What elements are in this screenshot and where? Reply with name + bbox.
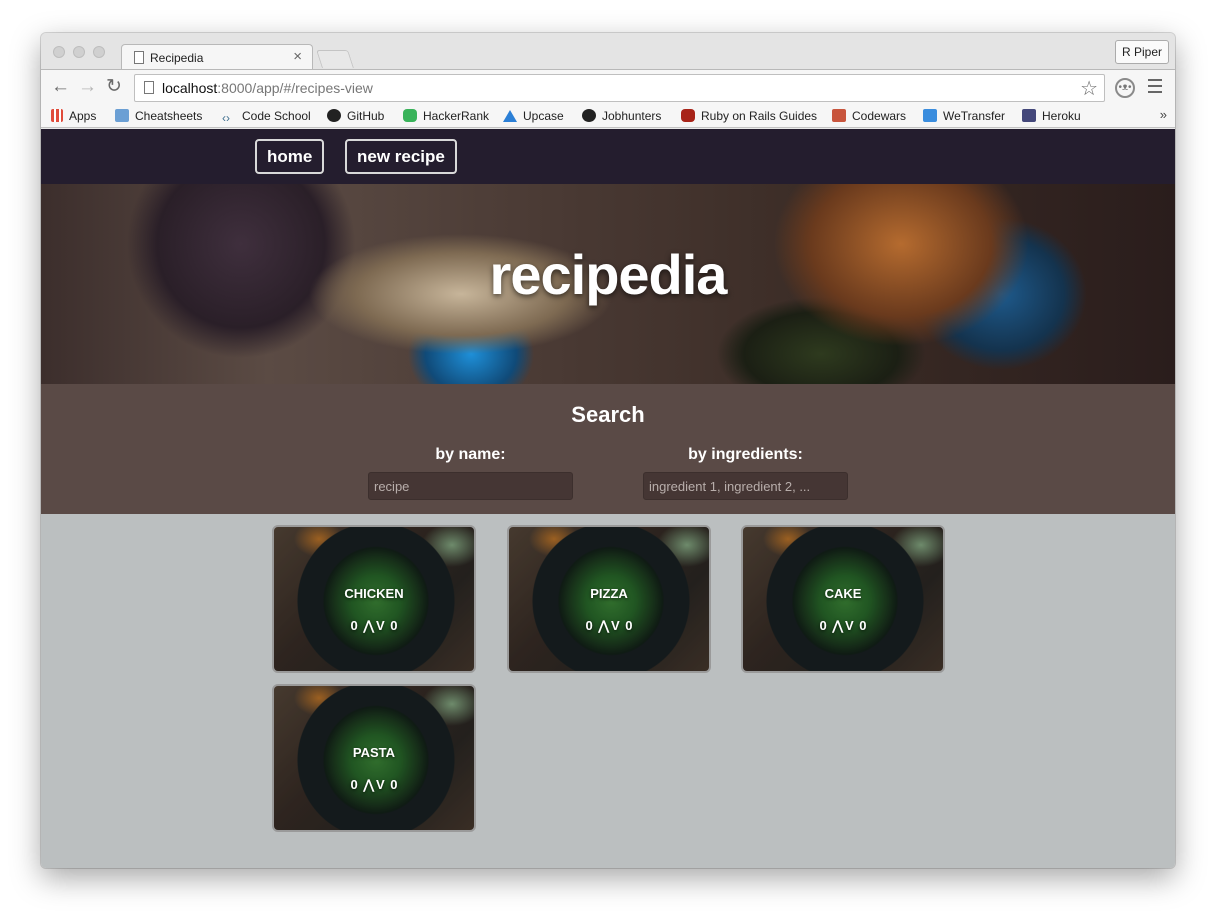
browser-tab[interactable]: Recipedia × xyxy=(121,44,313,70)
menu-icon[interactable] xyxy=(1148,79,1162,97)
downvote-icon[interactable]: V xyxy=(845,618,854,633)
recipe-votes: 0 ⋀ V 0 xyxy=(743,618,943,634)
bookmark-label: GitHub xyxy=(347,109,385,123)
recipe-card[interactable]: PASTA 0 ⋀ V 0 xyxy=(272,684,476,832)
recipe-card[interactable]: CAKE 0 ⋀ V 0 xyxy=(741,525,945,673)
close-icon[interactable]: × xyxy=(293,48,302,65)
bookmark-upcase[interactable]: Upcase xyxy=(503,108,564,125)
zoom-window-button[interactable] xyxy=(93,46,105,58)
heroku-icon xyxy=(1022,109,1036,122)
browser-window: Recipedia × R Piper ← → ↻ localhost:8000… xyxy=(41,33,1175,868)
folder-icon xyxy=(115,109,129,122)
apps-grid-icon xyxy=(51,109,63,122)
page-icon xyxy=(134,51,144,64)
search-by-name-label: by name: xyxy=(435,446,506,463)
github-icon xyxy=(327,109,341,122)
downvote-count: 0 xyxy=(859,618,867,633)
reload-icon[interactable]: ↻ xyxy=(106,76,122,98)
bookmark-label: Apps xyxy=(69,109,97,123)
bookmark-github[interactable]: GitHub xyxy=(327,108,384,125)
more-bookmarks-icon[interactable]: » xyxy=(1160,107,1167,122)
back-arrow-icon[interactable]: ← xyxy=(51,76,70,98)
close-window-button[interactable] xyxy=(53,46,65,58)
site-nav-bar: home new recipe xyxy=(41,129,1175,184)
bookmark-label: Jobhunters xyxy=(602,109,662,123)
tab-title: Recipedia xyxy=(150,51,204,65)
recipe-name: PASTA xyxy=(352,745,396,760)
upcase-icon xyxy=(503,110,517,122)
page-icon xyxy=(144,81,154,94)
bookmark-label: Ruby on Rails Guides xyxy=(701,109,818,123)
recipe-name: CAKE xyxy=(824,586,862,601)
bookmark-apps[interactable]: Apps xyxy=(51,108,96,125)
recipe-name: PIZZA xyxy=(590,586,628,601)
upvote-count: 0 xyxy=(819,618,827,633)
tab-strip: Recipedia × R Piper xyxy=(41,33,1175,70)
url-host: localhost xyxy=(162,80,218,96)
downvote-count: 0 xyxy=(390,777,398,792)
codewars-icon xyxy=(832,109,846,122)
bookmark-label: Upcase xyxy=(523,109,564,123)
wetransfer-icon xyxy=(923,109,937,122)
upvote-icon[interactable]: ⋀ xyxy=(832,618,843,634)
bookmark-label: HackerRank xyxy=(423,109,490,123)
hero-title: recipedia xyxy=(489,243,728,306)
web-page: home new recipe recipedia Search by name… xyxy=(41,129,1175,868)
bookmark-jobhunters[interactable]: Jobhunters xyxy=(582,108,661,125)
recipe-votes: 0 ⋀ V 0 xyxy=(509,618,709,634)
address-bar[interactable]: localhost:8000/app/#/recipes-view ☆ xyxy=(134,74,1105,102)
hero-banner: recipedia xyxy=(41,184,1175,384)
upvote-icon[interactable]: ⋀ xyxy=(598,618,609,634)
new-recipe-button[interactable]: new recipe xyxy=(345,139,457,174)
downvote-count: 0 xyxy=(390,618,398,633)
url-path: :8000/app/#/recipes-view xyxy=(217,80,373,96)
downvote-icon[interactable]: V xyxy=(376,618,385,633)
new-tab-button[interactable] xyxy=(316,50,354,68)
bookmark-codewars[interactable]: Codewars xyxy=(832,108,906,125)
search-by-ingredients-label: by ingredients: xyxy=(688,446,803,463)
profile-button[interactable]: R Piper xyxy=(1114,40,1169,64)
bookmark-code-school[interactable]: ‹› Code School xyxy=(222,108,311,125)
forward-arrow-icon[interactable]: → xyxy=(78,76,97,98)
upvote-count: 0 xyxy=(350,618,358,633)
bookmark-label: Code School xyxy=(242,109,311,123)
search-title: Search xyxy=(571,402,645,427)
bookmark-cheatsheets[interactable]: Cheatsheets xyxy=(115,108,202,125)
recipe-votes: 0 ⋀ V 0 xyxy=(274,777,474,793)
recipe-votes: 0 ⋀ V 0 xyxy=(274,618,474,634)
recipe-name: CHICKEN xyxy=(344,586,404,601)
bookmark-hackerrank[interactable]: HackerRank xyxy=(403,108,489,125)
bookmark-label: Heroku xyxy=(1042,109,1081,123)
bookmark-wetransfer[interactable]: WeTransfer xyxy=(923,108,1005,125)
url-text: localhost:8000/app/#/recipes-view xyxy=(162,80,373,96)
search-by-ingredients-input[interactable] xyxy=(643,472,848,500)
home-button[interactable]: home xyxy=(255,139,325,174)
rails-icon xyxy=(681,109,695,122)
recipe-card[interactable]: CHICKEN 0 ⋀ V 0 xyxy=(272,525,476,673)
minimize-window-button[interactable] xyxy=(73,46,85,58)
upvote-icon[interactable]: ⋀ xyxy=(363,777,374,793)
upvote-icon[interactable]: ⋀ xyxy=(363,618,374,634)
extension-icon[interactable]: •ᴥ• xyxy=(1115,78,1135,98)
github-icon xyxy=(582,109,596,122)
browser-toolbar: ← → ↻ localhost:8000/app/#/recipes-view … xyxy=(41,69,1175,105)
upvote-count: 0 xyxy=(350,777,358,792)
bookmark-star-icon[interactable]: ☆ xyxy=(1080,76,1098,101)
bookmarks-bar: Apps Cheatsheets ‹› Code School GitHub Ha… xyxy=(41,105,1175,128)
hackerrank-icon xyxy=(403,109,417,122)
bookmark-label: Cheatsheets xyxy=(135,109,203,123)
downvote-icon[interactable]: V xyxy=(611,618,620,633)
code-brackets-icon: ‹› xyxy=(222,111,230,125)
bookmark-rails-guides[interactable]: Ruby on Rails Guides xyxy=(681,108,817,125)
downvote-icon[interactable]: V xyxy=(376,777,385,792)
bookmark-label: Codewars xyxy=(852,109,907,123)
upvote-count: 0 xyxy=(585,618,593,633)
bookmark-label: WeTransfer xyxy=(943,109,1006,123)
bookmark-heroku[interactable]: Heroku xyxy=(1022,108,1081,125)
search-section: Search by name: by ingredients: xyxy=(41,384,1175,514)
recipe-card[interactable]: PIZZA 0 ⋀ V 0 xyxy=(507,525,711,673)
downvote-count: 0 xyxy=(625,618,633,633)
search-by-name-input[interactable] xyxy=(368,472,573,500)
